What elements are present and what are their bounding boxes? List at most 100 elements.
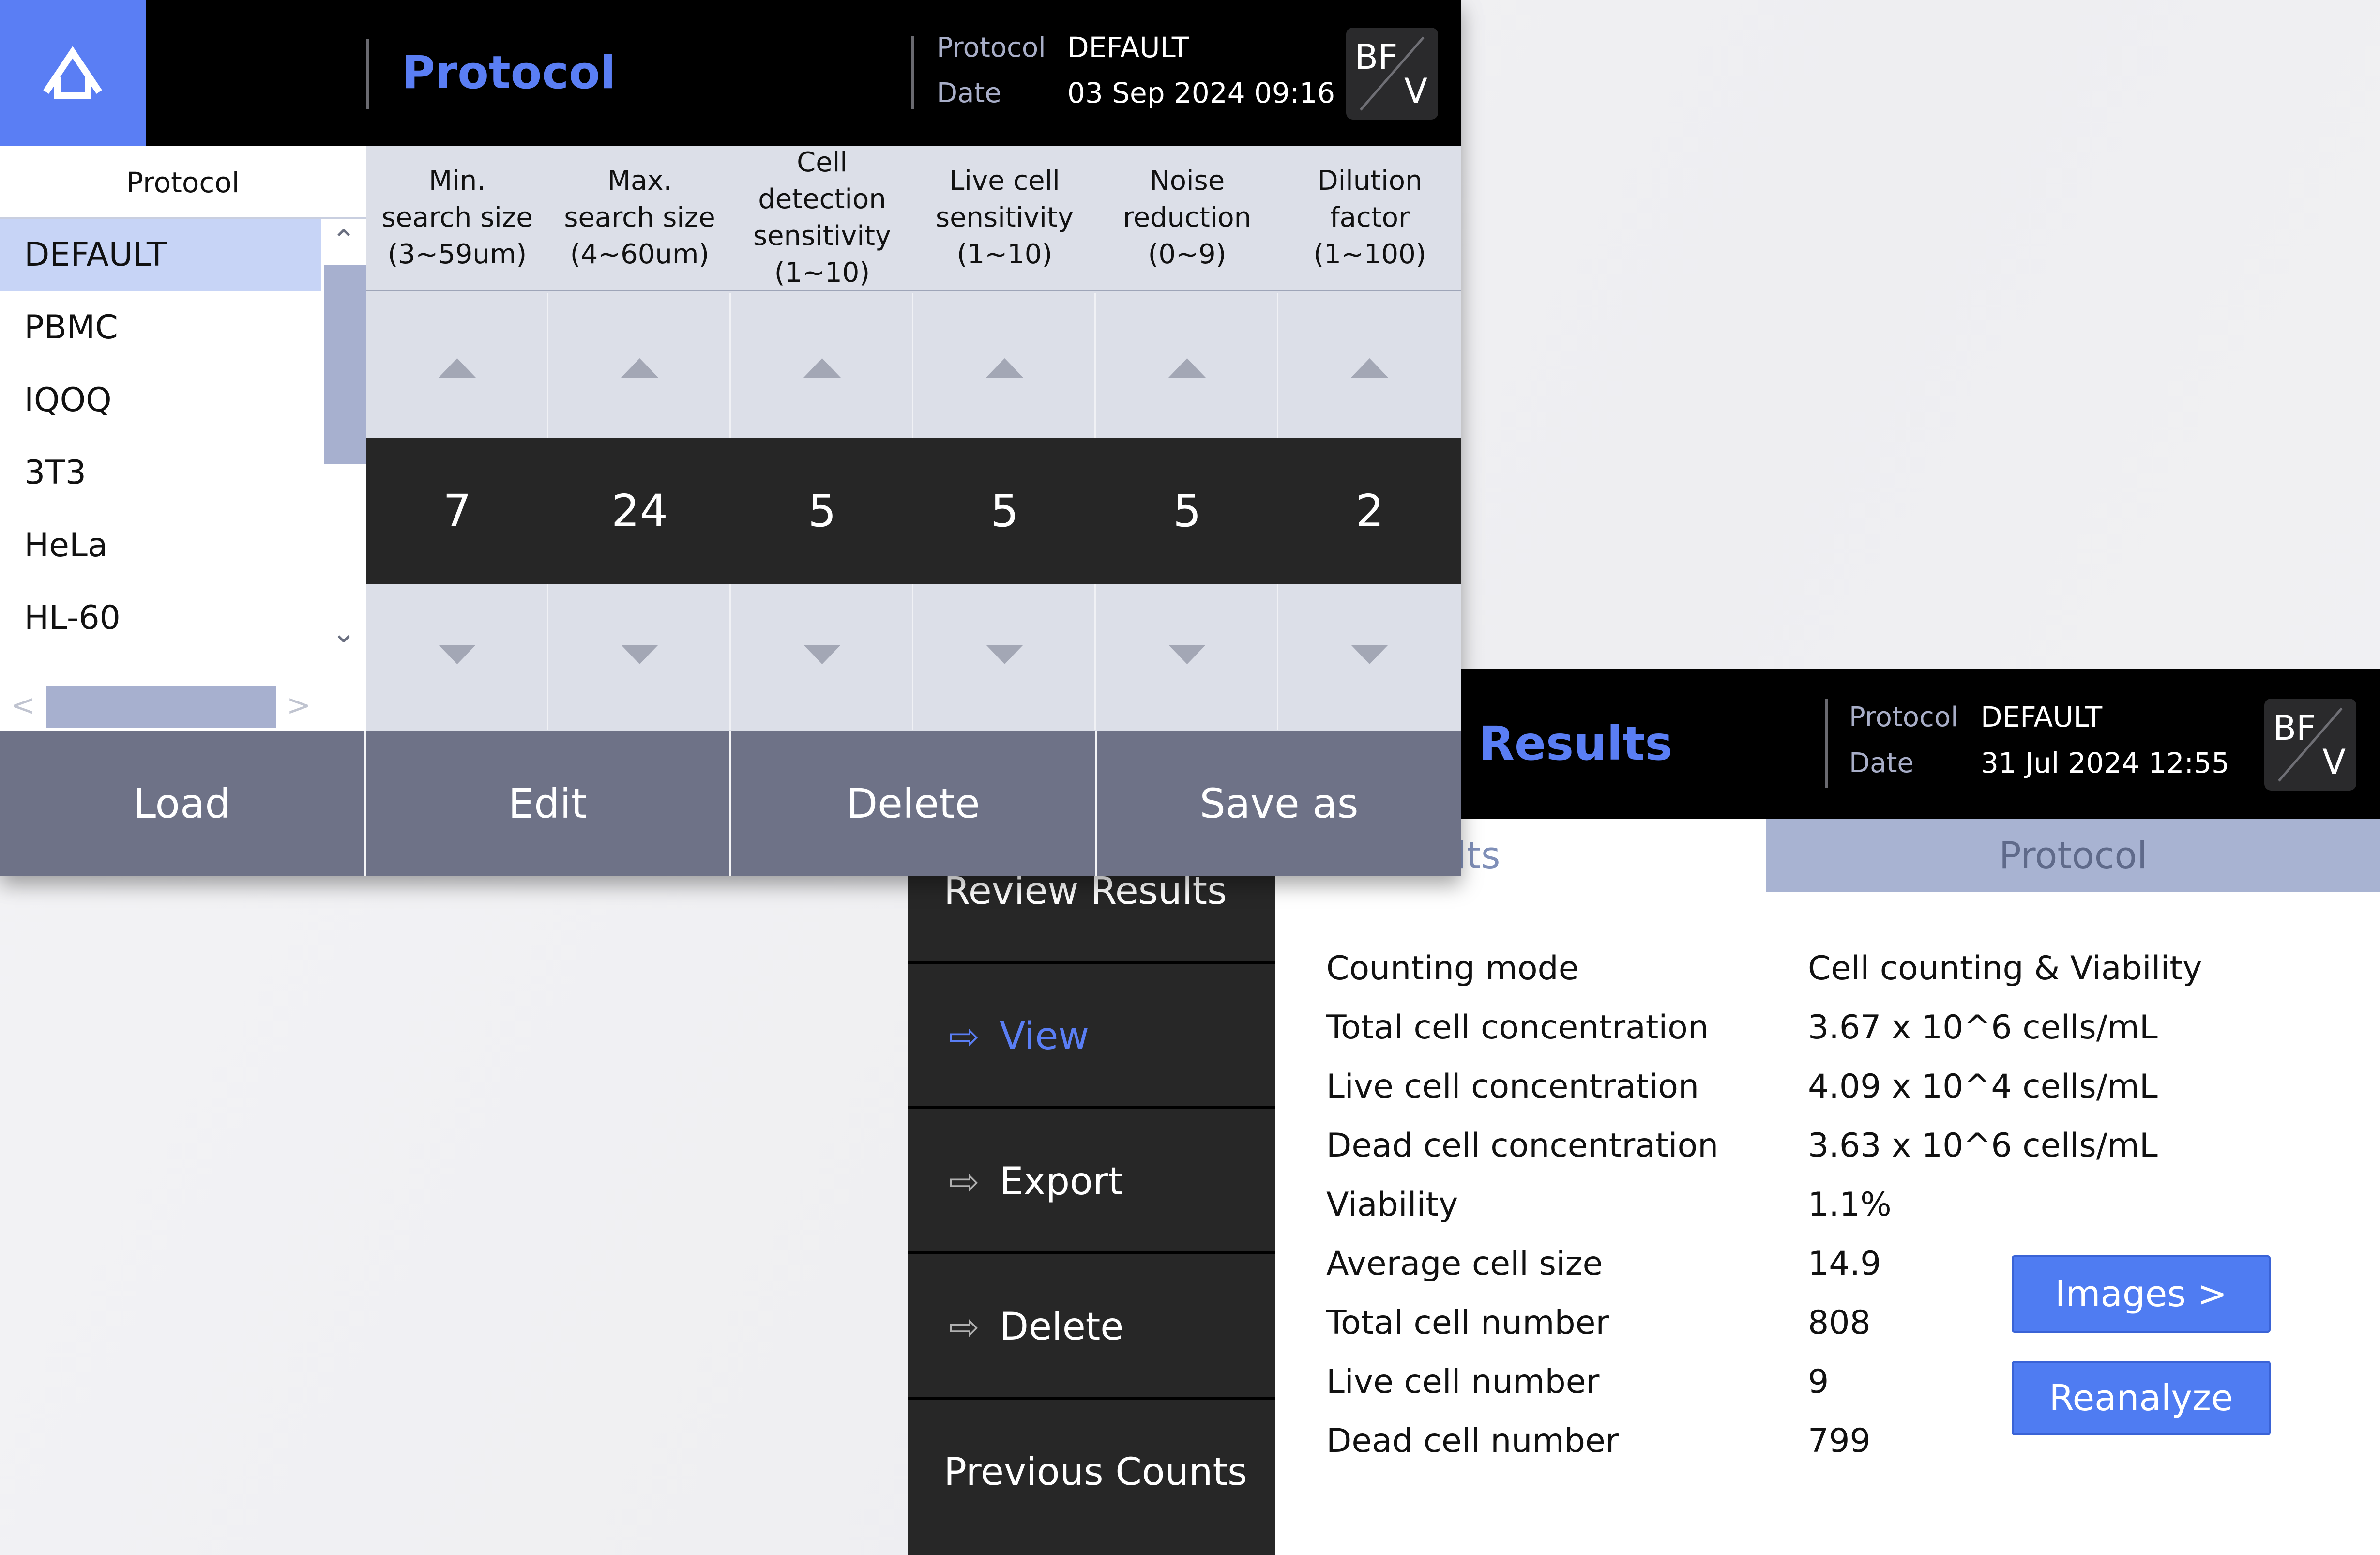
value-row: 7 24 5 5 5 2 bbox=[366, 438, 1461, 584]
tab-protocol[interactable]: Protocol bbox=[1766, 819, 2380, 892]
header-separator bbox=[911, 36, 914, 109]
sidebar-item-label: View bbox=[1000, 1015, 1090, 1058]
column-header: Dilution factor (1~100) bbox=[1278, 146, 1461, 291]
list-item[interactable]: HL-60 bbox=[0, 582, 321, 655]
sidebar-item-view[interactable]: ⇨ View bbox=[908, 964, 1275, 1109]
decrement-button[interactable] bbox=[1278, 584, 1461, 730]
protocol-label: Protocol bbox=[937, 32, 1046, 63]
arrow-right-icon: ⇨ bbox=[949, 1015, 980, 1058]
home-icon bbox=[43, 46, 102, 99]
results-content: Counting mode Cell counting & Viability … bbox=[1275, 892, 2380, 1555]
parameter-value[interactable]: 5 bbox=[731, 438, 913, 584]
list-item[interactable]: 3T3 bbox=[0, 437, 321, 509]
list-item[interactable]: DEFAULT bbox=[0, 219, 321, 291]
increment-button[interactable] bbox=[1096, 293, 1278, 438]
date-label: Date bbox=[1849, 747, 1914, 779]
result-value: 4.09 x 10^4 cells/mL bbox=[1808, 1067, 2158, 1106]
list-item[interactable]: PBMC bbox=[0, 291, 321, 364]
horizontal-scrollbar[interactable]: < > bbox=[0, 683, 321, 731]
decrement-button[interactable] bbox=[548, 584, 731, 730]
badge-v: V bbox=[1404, 71, 1427, 111]
triangle-down-icon bbox=[1168, 645, 1206, 664]
result-label: Counting mode bbox=[1326, 949, 1579, 988]
badge-bf: BF bbox=[2273, 708, 2316, 748]
column-header: Cell detection sensitivity (1~10) bbox=[731, 146, 913, 291]
results-title: Results bbox=[1479, 717, 1673, 771]
result-label: Average cell size bbox=[1326, 1245, 1603, 1283]
protocol-list-header: Protocol bbox=[0, 146, 366, 219]
parameter-value[interactable]: 7 bbox=[366, 438, 548, 584]
result-label: Live cell number bbox=[1326, 1363, 1600, 1401]
parameter-value[interactable]: 5 bbox=[913, 438, 1096, 584]
sidebar-item-export[interactable]: ⇨ Export bbox=[908, 1109, 1275, 1254]
sidebar-item-label: Export bbox=[1000, 1160, 1123, 1204]
list-item[interactable]: IQOQ bbox=[0, 364, 321, 437]
scrollbar-thumb[interactable] bbox=[324, 265, 366, 464]
parameter-value[interactable]: 5 bbox=[1096, 438, 1278, 584]
protocol-label: Protocol bbox=[1849, 701, 1958, 733]
parameter-grid: Min. search size (3~59um) Max. search si… bbox=[366, 146, 1461, 731]
date-value: 31 Jul 2024 12:55 bbox=[1981, 747, 2229, 779]
increment-button[interactable] bbox=[913, 293, 1096, 438]
load-button[interactable]: Load bbox=[0, 731, 366, 876]
reanalyze-button[interactable]: Reanalyze bbox=[2012, 1361, 2271, 1435]
edit-button[interactable]: Edit bbox=[366, 731, 731, 876]
vertical-scrollbar[interactable]: ⌃ ⌄ bbox=[321, 219, 366, 658]
triangle-down-icon bbox=[439, 645, 476, 664]
protocol-title: Protocol bbox=[402, 46, 616, 99]
date-value: 03 Sep 2024 09:16 bbox=[1067, 76, 1335, 109]
decrement-button[interactable] bbox=[731, 584, 913, 730]
home-button[interactable] bbox=[0, 0, 146, 146]
images-button[interactable]: Images > bbox=[2012, 1255, 2271, 1333]
sidebar-item-delete[interactable]: ⇨ Delete bbox=[908, 1254, 1275, 1400]
result-row: Counting mode Cell counting & Viability bbox=[1275, 939, 2380, 998]
result-value: 808 bbox=[1808, 1304, 1871, 1342]
action-button-bar: Load Edit Delete Save as bbox=[0, 731, 1461, 876]
parameter-value[interactable]: 2 bbox=[1278, 438, 1461, 584]
result-value: 9 bbox=[1808, 1363, 1829, 1401]
result-label: Viability bbox=[1326, 1186, 1458, 1224]
protocol-header: Protocol Protocol DEFAULT Date 03 Sep 20… bbox=[0, 0, 1461, 146]
sidebar-item-label: Previous Counts bbox=[944, 1450, 1247, 1494]
result-value: 3.67 x 10^6 cells/mL bbox=[1808, 1008, 2158, 1047]
result-value: 3.63 x 10^6 cells/mL bbox=[1808, 1127, 2158, 1165]
triangle-down-icon bbox=[621, 645, 658, 664]
sidebar-item-previous-counts[interactable]: Previous Counts bbox=[908, 1400, 1275, 1545]
triangle-up-icon bbox=[986, 358, 1023, 378]
scroll-up-icon[interactable]: ⌃ bbox=[332, 224, 356, 258]
result-value: Cell counting & Viability bbox=[1808, 949, 2202, 988]
result-label: Total cell concentration bbox=[1326, 1008, 1709, 1047]
bf-v-mode-badge[interactable]: BF V bbox=[2264, 699, 2356, 791]
increment-button[interactable] bbox=[1278, 293, 1461, 438]
decrement-button[interactable] bbox=[913, 584, 1096, 730]
scroll-down-icon[interactable]: ⌄ bbox=[332, 616, 356, 650]
column-header: Max. search size (4~60um) bbox=[548, 146, 731, 291]
delete-button[interactable]: Delete bbox=[731, 731, 1097, 876]
increment-button[interactable] bbox=[548, 293, 731, 438]
scrollbar-thumb[interactable] bbox=[46, 686, 276, 728]
protocol-window: Protocol Protocol DEFAULT Date 03 Sep 20… bbox=[0, 0, 1461, 876]
triangle-up-icon bbox=[1351, 358, 1388, 378]
sidebar-item-label: Delete bbox=[1000, 1305, 1124, 1349]
increment-button[interactable] bbox=[731, 293, 913, 438]
decrement-button[interactable] bbox=[366, 584, 548, 730]
scroll-left-icon[interactable]: < bbox=[11, 688, 35, 722]
header-separator bbox=[1825, 699, 1828, 788]
decrement-button[interactable] bbox=[1096, 584, 1278, 730]
badge-bf: BF bbox=[1355, 37, 1398, 77]
increment-button[interactable] bbox=[366, 293, 548, 438]
bf-v-mode-badge[interactable]: BF V bbox=[1346, 28, 1438, 120]
result-row: Live cell concentration 4.09 x 10^4 cell… bbox=[1275, 1057, 2380, 1116]
list-item[interactable]: HeLa bbox=[0, 509, 321, 582]
triangle-down-icon bbox=[803, 645, 841, 664]
save-as-button[interactable]: Save as bbox=[1097, 731, 1461, 876]
protocol-value: DEFAULT bbox=[1981, 701, 2103, 733]
scroll-right-icon[interactable]: > bbox=[287, 688, 311, 722]
header-separator bbox=[366, 39, 369, 109]
result-value: 799 bbox=[1808, 1422, 1871, 1460]
triangle-down-icon bbox=[986, 645, 1023, 664]
parameter-value[interactable]: 24 bbox=[548, 438, 731, 584]
column-header: Live cell sensitivity (1~10) bbox=[913, 146, 1096, 291]
triangle-up-icon bbox=[1168, 358, 1206, 378]
result-row: Total cell concentration 3.67 x 10^6 cel… bbox=[1275, 998, 2380, 1057]
